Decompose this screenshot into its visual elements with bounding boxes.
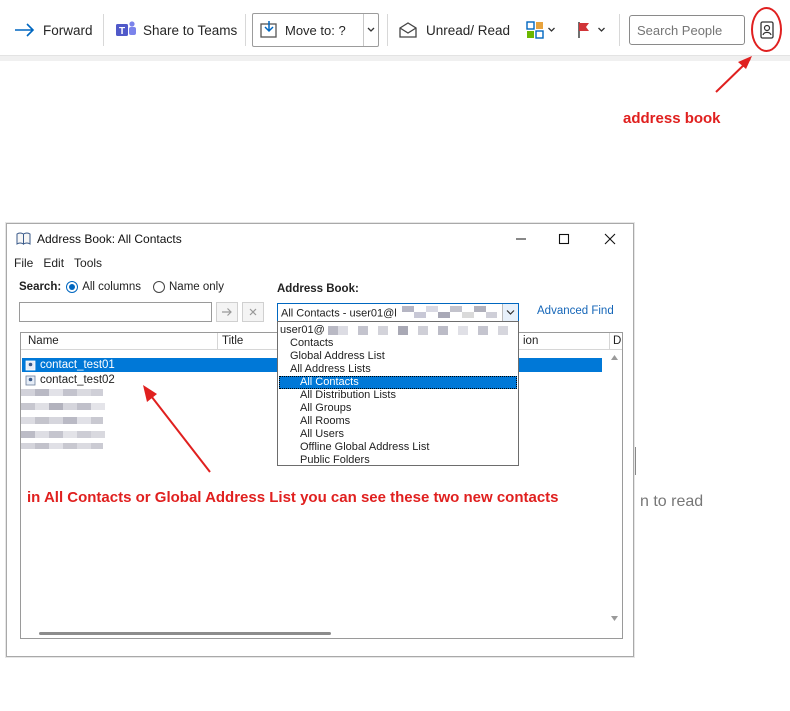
contact-name: contact_test01 [40,359,115,371]
go-button[interactable] [216,302,238,322]
dropdown-item-contacts[interactable]: Contacts [279,337,517,350]
contact-card-icon [25,360,36,370]
dropdown-item-global-address-list[interactable]: Global Address List [279,350,517,363]
annotation-contacts: in All Contacts or Global Address List y… [27,489,559,506]
ribbon-toolbar: Forward T Share to Teams Move to: ? Unre… [0,0,790,61]
name-only-label[interactable]: Name only [169,281,224,293]
share-to-teams-button[interactable]: T Share to Teams [115,14,237,46]
ribbon-bottom-border [0,55,790,61]
column-d[interactable]: D [613,335,621,347]
horizontal-scrollbar[interactable] [39,632,331,635]
dropdown-item-public-folders[interactable]: Public Folders [279,454,517,467]
address-book-app-icon [16,232,31,245]
categorize-icon [526,21,544,39]
ribbon-divider [387,14,388,46]
annotation-arrow-icon [715,56,752,93]
dialog-title: Address Book: All Contacts [37,232,182,246]
advanced-find-link[interactable]: Advanced Find [537,305,614,317]
address-book-dropdown-list: user01@ Contacts Global Address List All… [277,321,519,466]
annotation-arrow-icon [143,385,211,473]
ribbon-divider [103,14,104,46]
address-book-select[interactable]: All Contacts - user01@l [277,303,519,322]
forward-label: Forward [43,22,93,38]
annotation-circle [751,7,782,52]
address-book-dialog: Address Book: All Contacts File Edit Too… [6,223,634,657]
reading-pane-hint: n to read [640,493,704,510]
clear-search-button[interactable] [242,302,264,322]
address-book-select-value: All Contacts - user01@l [281,307,397,320]
name-only-radio[interactable] [153,281,165,293]
dropdown-item-all-groups[interactable]: All Groups [279,402,517,415]
svg-text:T: T [119,26,125,37]
annotation-address-book: address book [623,110,721,127]
forward-button[interactable]: Forward [14,14,93,46]
dialog-titlebar[interactable]: Address Book: All Contacts [7,224,633,254]
move-to-label: Move to: ? [285,22,346,38]
menu-file[interactable]: File [14,256,33,274]
unread-read-button[interactable]: Unread/ Read [398,14,510,46]
vertical-scrollbar[interactable] [606,351,622,638]
categorize-button[interactable] [526,14,556,46]
arrow-right-icon [222,308,232,316]
dropdown-item-all-rooms[interactable]: All Rooms [279,415,517,428]
chevron-down-icon[interactable] [502,304,518,321]
flag-button[interactable] [576,14,606,46]
dropdown-item-all-address-lists[interactable]: All Address Lists [279,363,517,376]
chevron-down-icon [547,26,556,34]
move-to-button[interactable]: Move to: ? [252,13,379,47]
dropdown-item-all-contacts[interactable]: All Contacts [279,376,517,389]
column-location[interactable]: ion [523,335,538,347]
maximize-icon [558,233,570,245]
search-label: Search: [19,281,62,293]
chevron-down-icon[interactable] [366,26,376,34]
column-name[interactable]: Name [28,335,59,347]
scroll-down-icon[interactable] [610,615,619,622]
minimize-icon [516,238,526,240]
dialog-menubar: File Edit Tools [7,256,105,274]
forward-arrow-icon [14,22,36,38]
ribbon-divider [619,14,620,46]
move-to-main[interactable]: Move to: ? [259,14,346,46]
chevron-down-icon [597,26,606,34]
teams-icon: T [115,19,137,41]
search-options: Search: All columns Name only [19,281,224,293]
redacted-contacts-blur [21,389,105,449]
move-to-split [363,14,364,46]
envelope-open-icon [398,21,418,39]
menu-tools[interactable]: Tools [74,256,102,274]
all-columns-label[interactable]: All columns [82,281,141,293]
column-title[interactable]: Title [222,335,243,347]
search-input[interactable] [19,302,212,322]
move-to-folder-icon [259,20,279,40]
menu-edit[interactable]: Edit [43,256,64,274]
column-divider[interactable] [609,333,610,350]
flag-icon [576,21,592,39]
dropdown-item-label: user01@ [280,324,325,336]
scroll-up-icon[interactable] [610,354,619,361]
unread-read-label: Unread/ Read [426,22,511,38]
all-columns-radio[interactable] [66,281,79,293]
close-icon [604,233,616,245]
dropdown-item-all-distribution-lists[interactable]: All Distribution Lists [279,389,517,402]
search-people-input[interactable] [629,15,745,45]
dropdown-item-user[interactable]: user01@ [279,324,517,337]
redacted-email-blur [327,325,508,335]
share-to-teams-label: Share to Teams [143,22,238,38]
dropdown-item-all-users[interactable]: All Users [279,428,517,441]
dropdown-item-offline-global-address-list[interactable]: Offline Global Address List [279,441,517,454]
contact-name: contact_test02 [40,374,115,386]
maximize-button[interactable] [553,228,575,250]
column-divider[interactable] [217,333,218,350]
close-button[interactable] [599,228,621,250]
address-book-label: Address Book: [277,283,359,295]
clear-icon [249,308,257,316]
redacted-email-blur [401,306,497,321]
contact-card-icon [25,375,36,385]
minimize-button[interactable] [510,228,532,250]
ribbon-divider [245,14,246,46]
